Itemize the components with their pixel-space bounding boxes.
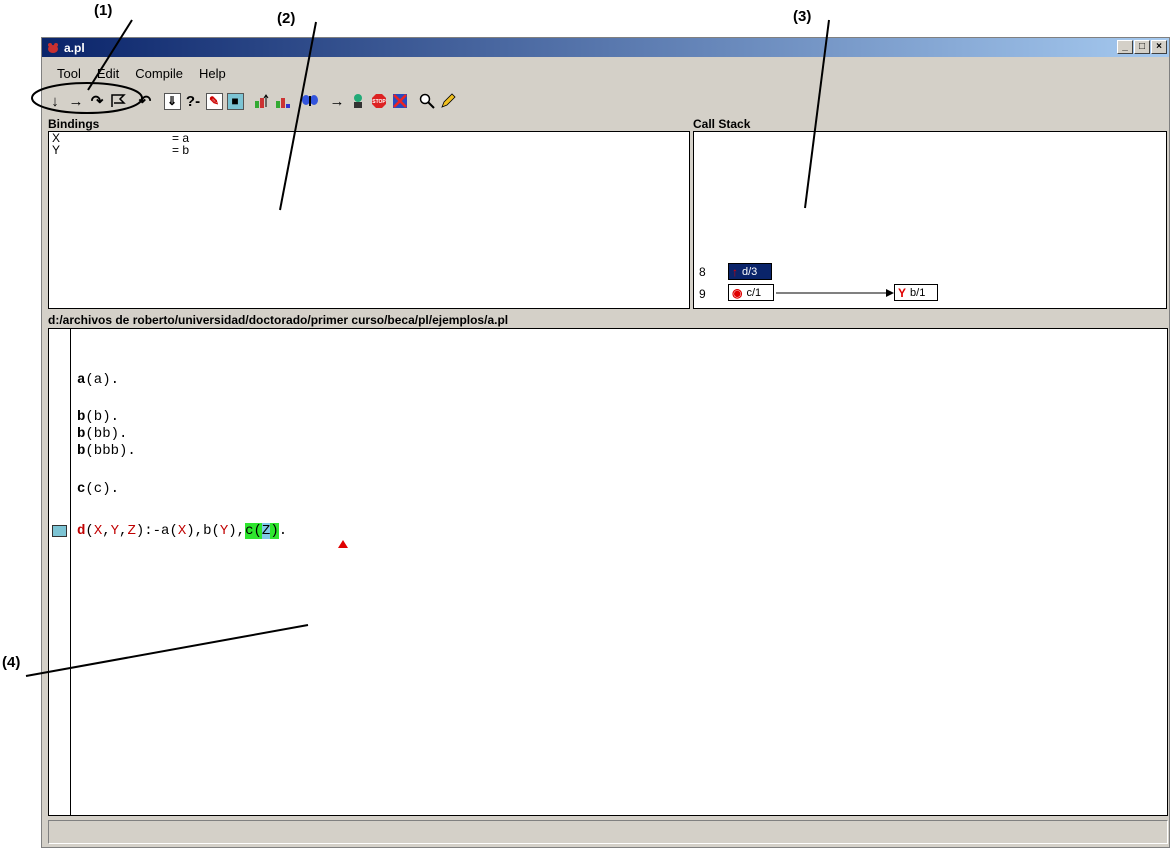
stack-frame-c1[interactable]: ◉ c/1 (728, 284, 774, 301)
status-bar (48, 820, 1168, 844)
close-button[interactable]: × (1151, 40, 1167, 54)
skip-icon[interactable]: ↷ (87, 91, 107, 111)
binding-row: Y = b (52, 143, 190, 157)
frame-number: 9 (699, 287, 706, 301)
stack-frame-b1[interactable]: Υ b/1 (894, 284, 938, 301)
down-icon[interactable] (273, 91, 293, 111)
window-title: a.pl (64, 40, 85, 55)
minimize-button[interactable]: _ (1117, 40, 1133, 54)
svg-text:STOP: STOP (372, 99, 386, 105)
stack-frame-d3[interactable]: ↑ d/3 (728, 263, 772, 280)
step-into-icon[interactable]: ↓ (45, 91, 65, 111)
maximize-button[interactable]: □ (1134, 40, 1150, 54)
edit-spy-icon[interactable]: ✎ (204, 91, 224, 111)
code-line-current: d(X,Y,Z):-a(X),b(Y),c(Z). (77, 523, 288, 539)
main-window: a.pl _ □ × Tool Edit Compile Help ↓ → ↷ … (41, 37, 1170, 848)
up-icon[interactable] (252, 91, 272, 111)
code-line: b(bb). (77, 426, 128, 442)
menu-tool[interactable]: Tool (50, 64, 90, 84)
annotation-3: (3) (793, 8, 812, 25)
code-line: c(c). (77, 481, 120, 497)
annotation-2: (2) (277, 10, 296, 27)
spy-icon[interactable] (348, 91, 368, 111)
cursor-marker-icon (338, 540, 348, 548)
code-line: a(a). (77, 372, 120, 388)
frame-number: 8 (699, 265, 706, 279)
code-line: b(bbb). (77, 443, 136, 459)
current-goal-icon[interactable] (52, 525, 67, 537)
menu-edit[interactable]: Edit (90, 64, 128, 84)
butterfly-icon[interactable] (300, 91, 320, 111)
title-bar: a.pl _ □ × (42, 38, 1169, 57)
toolbar: ↓ → ↷ ↶ ⇓ ?- ✎ ■ → STOP (45, 88, 459, 114)
leave-icon[interactable]: → (327, 91, 347, 111)
bindings-panel[interactable]: X = a Y = b (48, 131, 690, 309)
edit-icon[interactable] (438, 91, 458, 111)
menu-compile[interactable]: Compile (128, 64, 192, 84)
menu-help[interactable]: Help (192, 64, 235, 84)
app-bug-icon (48, 42, 58, 53)
call-stack-panel[interactable]: 8 9 ↑ d/3 ◉ c/1 Υ b/1 (693, 131, 1167, 309)
call-arrow-icon: ↑ (732, 264, 738, 279)
code-line: b(b). (77, 409, 120, 425)
query-icon[interactable]: ?- (183, 91, 203, 111)
annotation-1: (1) (94, 2, 113, 19)
stop-icon[interactable]: STOP (369, 91, 389, 111)
editor-gutter (49, 329, 71, 815)
abort-icon[interactable] (390, 91, 410, 111)
active-call-highlight: c(Z) (245, 523, 279, 539)
undo-icon[interactable]: ↶ (135, 91, 155, 111)
frame-link-arrow (776, 289, 894, 297)
source-editor[interactable]: a(a). b(b). b(bb). b(bbb). c(c). d(X,Y,Z… (48, 328, 1168, 816)
redo-port-icon: Υ (898, 285, 907, 300)
call-port-icon: ◉ (732, 285, 743, 300)
menu-bar: Tool Edit Compile Help (42, 64, 235, 84)
binding-row: X = a (52, 131, 190, 145)
leap-icon[interactable] (108, 91, 128, 111)
search-icon[interactable] (417, 91, 437, 111)
goal-icon[interactable]: ■ (225, 91, 245, 111)
bindings-label: Bindings (48, 117, 100, 131)
call-stack-label: Call Stack (693, 117, 751, 131)
trace-icon[interactable]: ⇓ (162, 91, 182, 111)
file-path: d:/archivos de roberto/universidad/docto… (48, 313, 509, 327)
annotation-4: (4) (2, 654, 21, 671)
step-over-icon[interactable]: → (66, 91, 86, 111)
